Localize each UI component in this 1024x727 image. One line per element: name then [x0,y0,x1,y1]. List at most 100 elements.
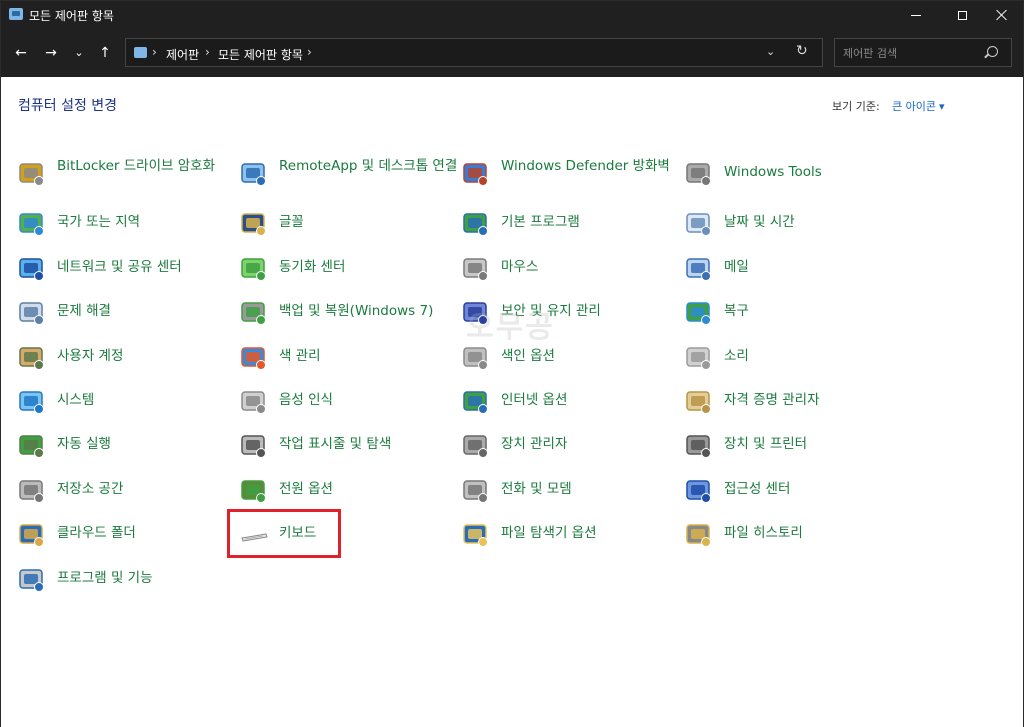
control-panel-item-label: BitLocker 드라이브 암호화 [57,158,215,174]
control-panel-item-label: 네트워크 및 공유 센터 [57,259,182,275]
breadcrumb-all-items[interactable]: 모든 제어판 항목 [218,46,303,63]
control-panel-item[interactable]: 문제 해결 [17,295,237,335]
date-time-icon [684,209,714,239]
control-panel-item[interactable]: 동기화 센터 [239,251,459,291]
control-panel-item-label: 복구 [724,303,749,319]
control-panel-item[interactable]: 글꼴 [239,206,459,246]
page-title: 컴퓨터 설정 변경 [18,98,118,114]
forward-button[interactable]: → [40,43,62,63]
internet-options-icon [461,387,491,417]
control-panel-item[interactable]: 네트워크 및 공유 센터 [17,251,237,291]
folder-options-icon [461,520,491,550]
control-panel-item[interactable]: 날짜 및 시간 [684,206,904,246]
view-by-dropdown[interactable]: 큰 아이콘 [892,98,945,114]
up-arrow-icon: ↑ [99,45,111,61]
accessibility-icon [684,476,714,506]
refresh-icon[interactable]: ↻ [796,43,808,59]
fonts-icon [239,209,269,239]
control-panel-item-label: RemoteApp 및 데스크톱 연결 [279,158,458,174]
control-panel-item[interactable]: 색인 옵션 [461,340,681,380]
autoplay-icon [17,431,47,461]
minimize-button[interactable] [893,1,939,29]
control-panel-item[interactable]: 작업 표시줄 및 탐색 [239,428,459,468]
window-title: 모든 제어판 항목 [29,9,114,23]
control-panel-item[interactable]: 국가 또는 지역 [17,206,237,246]
microphone-icon [239,387,269,417]
control-panel-item-label: 백업 및 복원(Windows 7) [279,303,434,319]
control-panel-item-label: 사용자 계정 [57,348,124,364]
control-panel-item-label: 자동 실행 [57,436,111,452]
control-panel-item[interactable]: 복구 [684,295,904,335]
control-panel-item[interactable]: 접근성 센터 [684,473,904,513]
control-panel-item[interactable]: 파일 히스토리 [684,517,904,557]
view-by-label: 보기 기준: [832,100,880,113]
control-panel-item[interactable]: 프로그램 및 기능 [17,562,237,602]
watermark: 오무공 [466,310,555,345]
control-panel-item-label: 인터넷 옵션 [501,392,568,408]
control-panel-item[interactable]: Windows Defender 방화벽 [461,156,681,196]
control-panel-item[interactable]: 인터넷 옵션 [461,384,681,424]
control-panel-item[interactable]: 전화 및 모뎀 [461,473,681,513]
sound-icon [684,343,714,373]
control-panel-item[interactable]: 장치 및 프린터 [684,428,904,468]
troubleshoot-icon [17,298,47,328]
control-panel-item[interactable]: 저장소 공간 [17,473,237,513]
programs-features-icon [17,565,47,595]
control-panel-item-label: 기본 프로그램 [501,214,580,230]
user-accounts-icon [17,343,47,373]
control-panel-item[interactable]: BitLocker 드라이브 암호화 [17,156,237,196]
phone-modem-icon [461,476,491,506]
search-input[interactable] [841,44,985,63]
control-panel-item[interactable]: 시스템 [17,384,237,424]
control-panel-item-label: 동기화 센터 [279,259,346,275]
control-panel-item-label: 장치 관리자 [501,436,568,452]
search-icon[interactable] [987,46,998,57]
address-bar[interactable]: › 제어판 › 모든 제어판 항목 › ⌄ ↻ [125,38,823,67]
control-panel-item[interactable]: 파일 탐색기 옵션 [461,517,681,557]
close-button[interactable] [979,1,1024,29]
control-panel-item[interactable]: 기본 프로그램 [461,206,681,246]
chevron-right-icon: › [152,45,157,59]
back-button[interactable]: ← [10,43,32,63]
address-dropdown-icon[interactable]: ⌄ [766,45,775,58]
control-panel-item-label: 국가 또는 지역 [57,214,141,230]
control-panel-item[interactable]: 자동 실행 [17,428,237,468]
control-panel-item-label: 음성 인식 [279,392,333,408]
control-panel-item[interactable]: 백업 및 복원(Windows 7) [239,295,459,335]
file-history-icon [684,520,714,550]
recent-locations-button[interactable]: ⌄ [68,43,90,63]
indexing-icon [461,343,491,373]
firewall-icon [461,159,491,189]
main-content: 컴퓨터 설정 변경 보기 기준: 큰 아이콘 BitLocker 드라이브 암호… [1,77,1023,727]
control-panel-item[interactable]: Windows Tools [684,156,904,196]
control-panel-item[interactable]: 사용자 계정 [17,340,237,380]
control-panel-item[interactable]: 음성 인식 [239,384,459,424]
control-panel-item[interactable]: 소리 [684,340,904,380]
control-panel-item[interactable]: 전원 옵션 [239,473,459,513]
control-panel-icon [134,47,147,58]
up-button[interactable]: ↑ [94,43,116,63]
control-panel-item[interactable]: 메일 [684,251,904,291]
control-panel-item[interactable]: 장치 관리자 [461,428,681,468]
breadcrumb-control-panel[interactable]: 제어판 [166,46,199,63]
control-panel-item[interactable]: 클라우드 폴더 [17,517,237,557]
search-box[interactable] [834,38,1012,67]
control-panel-item[interactable]: 마우스 [461,251,681,291]
bitlocker-icon [17,159,47,189]
sync-icon [239,254,269,284]
control-panel-item-label: 장치 및 프린터 [724,436,808,452]
control-panel-item-label: 소리 [724,348,749,364]
control-panel-item[interactable]: 색 관리 [239,340,459,380]
control-panel-item-label: 클라우드 폴더 [57,525,136,541]
control-panel-item[interactable]: RemoteApp 및 데스크톱 연결 [239,156,459,196]
control-panel-item-label: 저장소 공간 [57,481,124,497]
close-icon [996,9,1008,21]
credential-icon [684,387,714,417]
forward-arrow-icon: → [45,45,57,61]
chevron-down-icon: ⌄ [74,46,84,59]
control-panel-item[interactable]: 자격 증명 관리자 [684,384,904,424]
navigation-bar: ← → ⌄ ↑ › 제어판 › 모든 제어판 항목 › ⌄ ↻ [1,29,1023,77]
control-panel-item-label: Windows Tools [724,164,822,180]
globe-clock-icon [17,209,47,239]
network-icon [17,254,47,284]
